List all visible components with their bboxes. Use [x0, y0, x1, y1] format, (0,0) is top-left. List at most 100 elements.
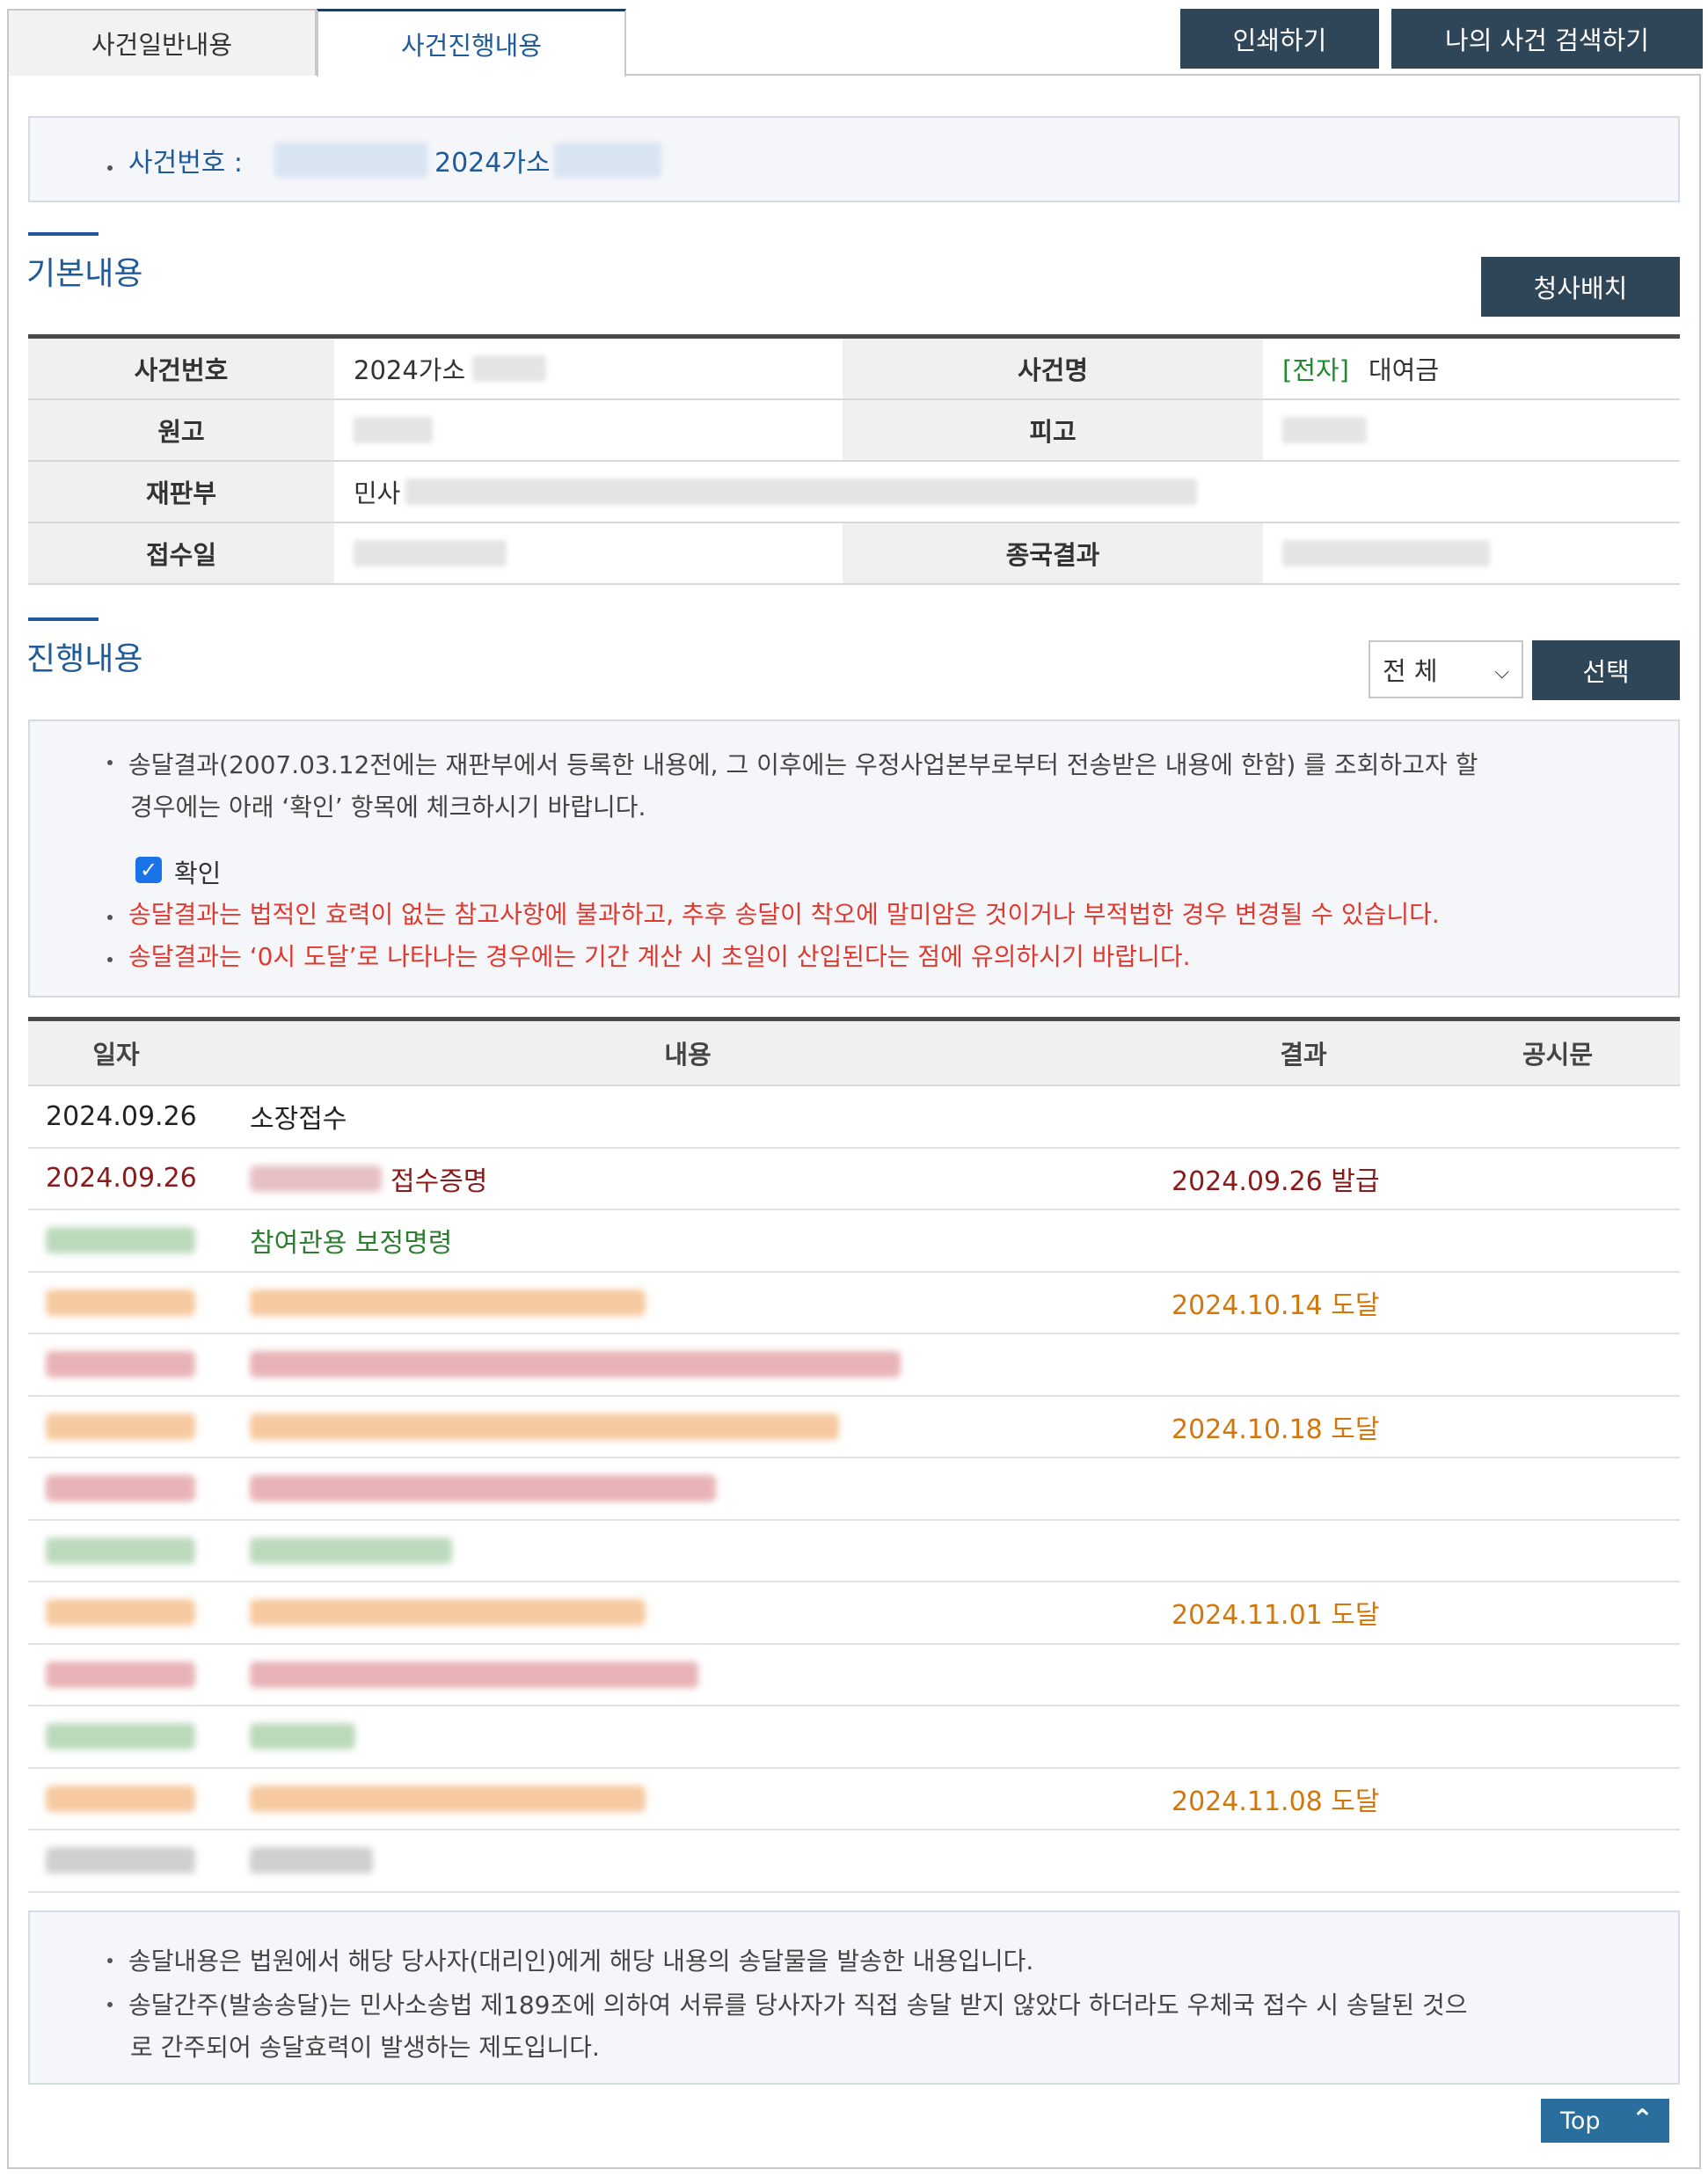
- table-row: [28, 1706, 1680, 1769]
- table-row: 참여관용 보정명령: [28, 1210, 1680, 1273]
- redacted-court: [274, 142, 427, 178]
- row-result: [1172, 1521, 1435, 1581]
- redacted-value: [46, 1599, 195, 1625]
- row-result: [1172, 1830, 1435, 1890]
- bullet-icon: [107, 915, 113, 920]
- redacted-value: [250, 1599, 646, 1625]
- section-accent: [28, 232, 99, 236]
- row-content-cell: [250, 1521, 1129, 1581]
- division-header: 재판부: [28, 462, 334, 522]
- row-content: 참여관용 보정명령: [250, 1228, 453, 1259]
- row-date-cell: [46, 1521, 239, 1581]
- row-result: [1172, 1458, 1435, 1518]
- defendant-header: 피고: [843, 400, 1263, 460]
- redacted-value: [46, 1847, 195, 1874]
- redacted-value: [250, 1475, 716, 1501]
- redacted-value: [46, 1227, 195, 1253]
- table-row: [28, 1334, 1680, 1397]
- row-content-cell: [250, 1582, 1129, 1642]
- info-row: 원고 피고: [28, 400, 1680, 462]
- row-result: 2024.10.14 도달: [1172, 1289, 1380, 1321]
- table-header: 일자 내용 결과 공시문: [28, 1021, 1680, 1086]
- basic-info-title: 기본내용: [26, 256, 143, 292]
- table-row: [28, 1830, 1680, 1893]
- notice-line: 경우에는 아래 ‘확인’ 항목에 체크하시기 바랍니다.: [130, 793, 646, 822]
- redacted-value: [250, 1847, 373, 1874]
- row-date-cell: [46, 1830, 239, 1890]
- table-row: [28, 1521, 1680, 1582]
- redacted-value: [250, 1723, 355, 1750]
- redacted-value: [354, 540, 507, 566]
- redacted-value: [250, 1289, 646, 1316]
- info-row: 사건번호 2024가소 사건명 [전자] 대여금: [28, 339, 1680, 400]
- select-button[interactable]: 선택: [1532, 640, 1680, 700]
- row-result: 2024.11.08 도달: [1172, 1786, 1380, 1817]
- received-date-header: 접수일: [28, 523, 334, 583]
- redacted-value: [250, 1351, 901, 1377]
- info-line: 송달내용은 법원에서 해당 당사자(대리인)에게 해당 내용의 송달물을 발송한…: [128, 1947, 1034, 1976]
- section-accent: [28, 617, 99, 621]
- table-row: 2024.09.26 소장접수: [28, 1086, 1680, 1149]
- redacted-value: [46, 1351, 195, 1377]
- row-date-cell: [46, 1210, 239, 1270]
- content-column-header: 내용: [664, 1040, 712, 1070]
- row-result: [1172, 1706, 1435, 1766]
- row-result: [1172, 1086, 1435, 1146]
- case-number-value: 2024가소: [434, 148, 551, 179]
- delivery-info-box: 송달내용은 법원에서 해당 당사자(대리인)에게 해당 내용의 송달물을 발송한…: [28, 1910, 1680, 2085]
- table-row: 2024.10.14 도달: [28, 1273, 1680, 1334]
- row-date-cell: [46, 1334, 239, 1394]
- division-value: 민사: [354, 479, 401, 508]
- case-number-box: 사건번호 : 2024가소: [28, 116, 1680, 202]
- date-column-header: 일자: [92, 1040, 140, 1070]
- row-date-cell: [46, 1769, 239, 1829]
- basic-info-table: 사건번호 2024가소 사건명 [전자] 대여금 원고 피고 재판부 민사 접수…: [28, 334, 1680, 585]
- chevron-down-icon: ⌵: [1494, 661, 1509, 683]
- row-content-cell: [250, 1706, 1129, 1766]
- row-result: [1172, 1645, 1435, 1705]
- row-result: 2024.10.18 도달: [1172, 1414, 1380, 1445]
- row-content-cell: [250, 1830, 1129, 1890]
- bullet-icon: [107, 957, 113, 962]
- redacted-value: [46, 1413, 195, 1440]
- row-content-cell: [250, 1769, 1129, 1829]
- final-result-header: 종국결과: [843, 523, 1263, 583]
- redacted-value: [405, 479, 1198, 505]
- redacted-value: [46, 1475, 195, 1501]
- confirm-checkbox[interactable]: ✓: [135, 857, 162, 883]
- scroll-top-button[interactable]: Top ⌃: [1541, 2099, 1669, 2143]
- chevron-up-icon: ⌃: [1631, 2104, 1653, 2135]
- row-date-cell: [46, 1582, 239, 1642]
- tab-progress[interactable]: 사건진행내용: [317, 9, 626, 77]
- row-content-cell: 접수증명: [250, 1149, 1129, 1209]
- redacted-value: [46, 1289, 195, 1316]
- my-case-search-button[interactable]: 나의 사건 검색하기: [1391, 9, 1703, 69]
- result-column-header: 결과: [1280, 1040, 1327, 1070]
- row-date-cell: [46, 1706, 239, 1766]
- warning-line: 송달결과는 법적인 효력이 없는 참고사항에 불과하고, 추후 송달이 착오에 …: [128, 900, 1440, 929]
- row-content-cell: [250, 1397, 1129, 1457]
- row-result: [1172, 1334, 1435, 1394]
- row-result: 2024.09.26 발급: [1172, 1165, 1380, 1197]
- redacted-value: [250, 1413, 839, 1440]
- info-row: 재판부 민사: [28, 462, 1680, 523]
- electronic-tag: [전자]: [1282, 355, 1349, 385]
- info-row: 접수일 종국결과: [28, 523, 1680, 585]
- notice-line: 송달결과(2007.03.12전에는 재판부에서 등록한 내용에, 그 이후에는…: [128, 750, 1478, 779]
- courthouse-layout-button[interactable]: 청사배치: [1481, 257, 1680, 317]
- tab-general[interactable]: 사건일반내용: [7, 9, 317, 76]
- redacted-value: [1282, 417, 1367, 443]
- table-row: [28, 1458, 1680, 1521]
- redacted-value: [250, 1785, 646, 1812]
- filter-select[interactable]: 전 체 ⌵: [1369, 640, 1523, 698]
- bullet-icon: [107, 165, 113, 171]
- row-date: 2024.09.26: [46, 1163, 197, 1194]
- bullet-icon: [107, 2002, 113, 2007]
- case-no-cell: 2024가소: [334, 339, 843, 398]
- redacted-number: [554, 142, 661, 178]
- received-date-cell: [334, 523, 843, 583]
- row-date-cell: [46, 1397, 239, 1457]
- row-content: 소장접수: [250, 1104, 347, 1135]
- table-row: 2024.11.08 도달: [28, 1769, 1680, 1830]
- print-button[interactable]: 인쇄하기: [1180, 9, 1379, 69]
